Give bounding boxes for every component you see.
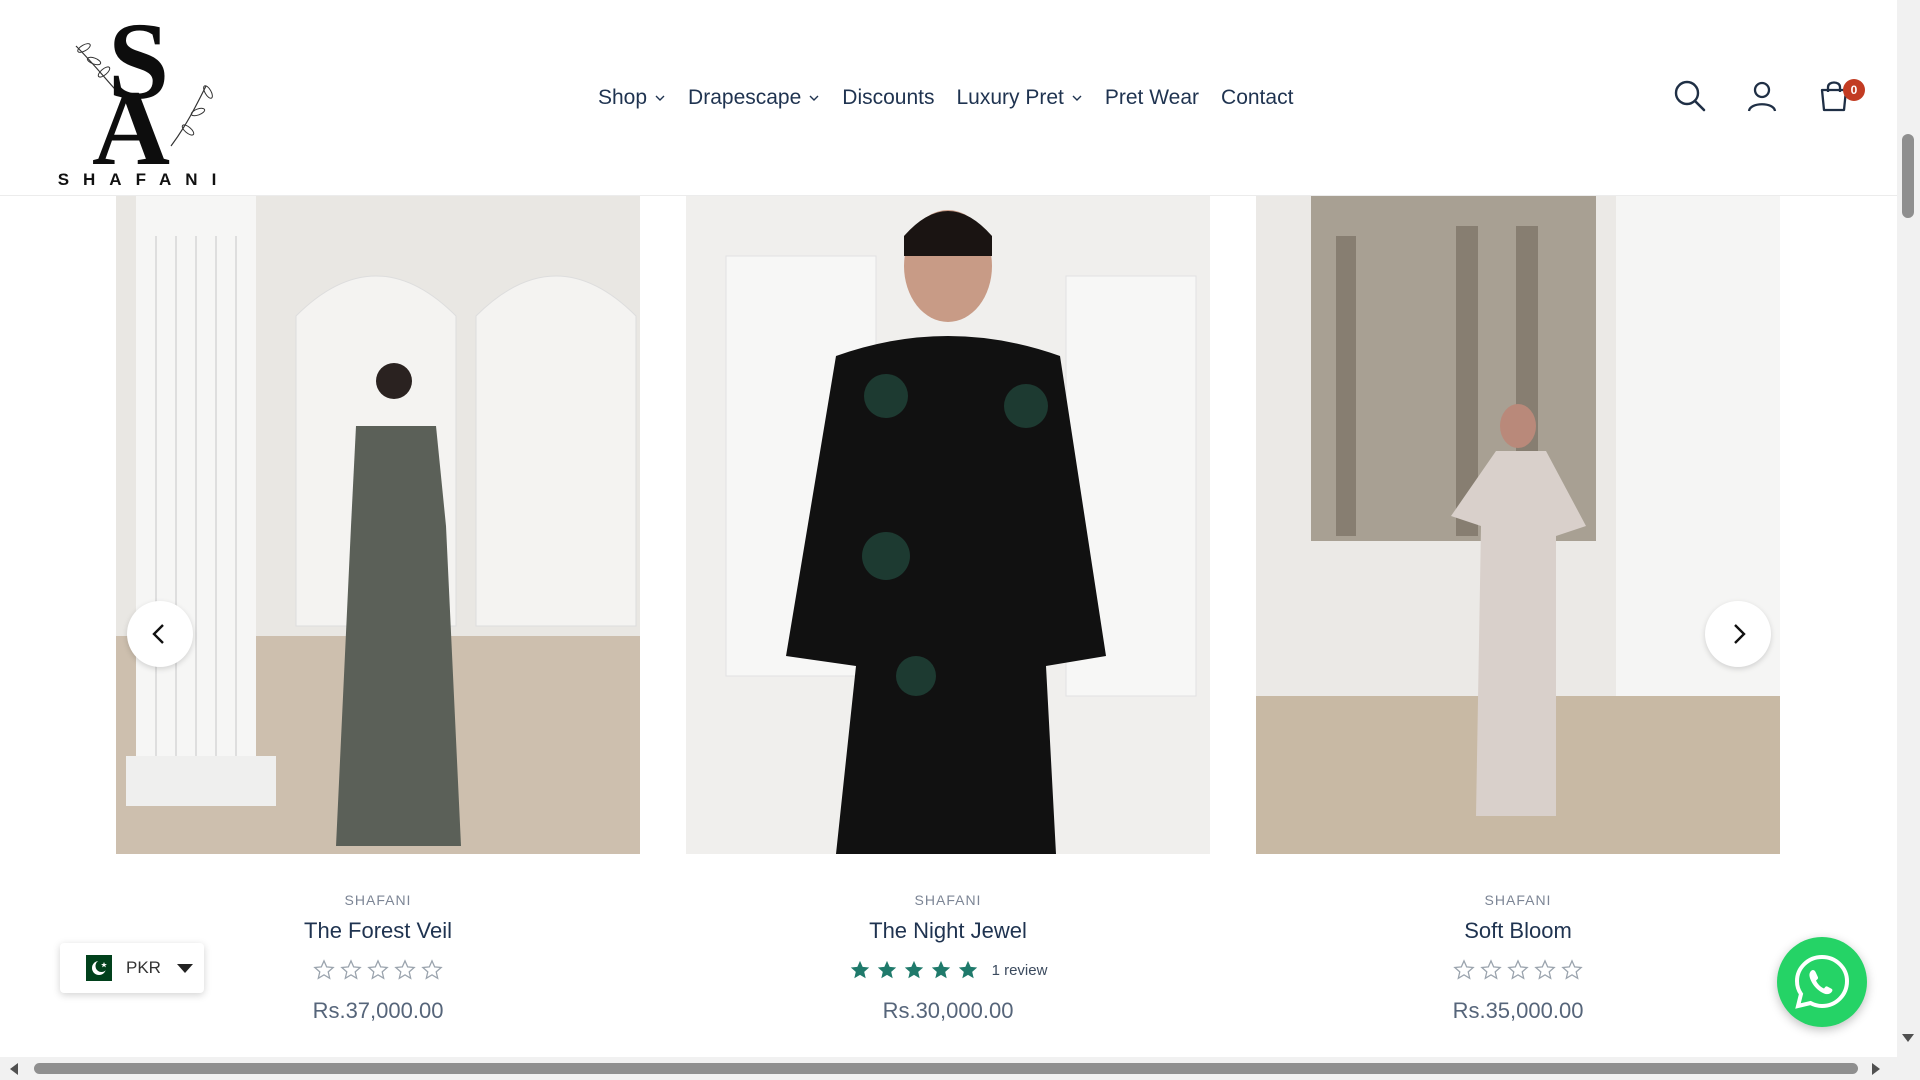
scrollbar-thumb[interactable] <box>34 1063 1858 1074</box>
product-title[interactable]: Soft Bloom <box>1256 918 1780 944</box>
nav-item-label: Contact <box>1221 86 1294 109</box>
star-empty-icon <box>1453 959 1475 980</box>
star-empty-icon <box>1534 959 1556 980</box>
carousel-next-button[interactable] <box>1705 601 1771 667</box>
nav-item-discounts[interactable]: Discounts <box>842 86 934 110</box>
nav-item-shop[interactable]: Shop <box>598 86 666 110</box>
star-empty-icon <box>394 959 416 980</box>
nav-item-drapescape[interactable]: Drapescape <box>688 86 820 110</box>
star-empty-icon <box>340 959 362 980</box>
nav-item-label: Discounts <box>842 86 935 109</box>
product-card[interactable]: SHAFANI Soft Bloom Rs.35,000.00 <box>1256 196 1780 1024</box>
scrollbar-thumb[interactable] <box>1902 134 1914 218</box>
nav-item-label: Shop <box>598 86 648 109</box>
currency-selector[interactable]: PKR <box>60 943 204 993</box>
nav-item-label: Pret Wear <box>1104 86 1200 109</box>
product-card[interactable]: SHAFANI The Forest Veil Rs.37,000.00 <box>116 196 640 1024</box>
star-empty-icon <box>1507 959 1529 980</box>
product-title[interactable]: The Night Jewel <box>686 918 1210 944</box>
scroll-right-arrow-icon[interactable] <box>1872 1063 1880 1075</box>
chevron-down-icon <box>809 95 819 101</box>
chevron-left-icon <box>152 624 164 644</box>
whatsapp-icon <box>1794 954 1850 1009</box>
nav-item-luxury-pret[interactable]: Luxury Pret <box>956 86 1082 110</box>
star-filled-icon <box>958 960 977 979</box>
nav-item-label: Luxury Pret <box>956 86 1064 109</box>
product-image[interactable] <box>116 196 640 854</box>
product-image[interactable] <box>686 196 1210 854</box>
product-vendor: SHAFANI <box>914 892 982 908</box>
star-filled-icon <box>904 960 923 979</box>
horizontal-scrollbar[interactable] <box>0 1057 1897 1080</box>
vertical-scrollbar[interactable] <box>1897 0 1920 1080</box>
star-empty-icon <box>1480 959 1502 980</box>
rating-stars <box>1256 958 1780 982</box>
chevron-down-icon <box>1072 95 1082 101</box>
review-count-link[interactable]: 1 review <box>992 962 1048 979</box>
star-empty-icon <box>367 959 389 980</box>
currency-code: PKR <box>126 958 161 977</box>
nav-item-pret-wear[interactable]: Pret Wear <box>1105 86 1199 110</box>
scroll-left-arrow-icon[interactable] <box>10 1063 18 1075</box>
product-price: Rs.35,000.00 <box>1452 998 1584 1023</box>
caret-down-icon <box>176 963 193 973</box>
user-icon <box>1747 81 1777 112</box>
logo-wordmark: SHAFANI <box>57 170 231 189</box>
carousel-prev-button[interactable] <box>127 601 193 667</box>
account-button[interactable] <box>1744 78 1780 114</box>
brand-logo[interactable]: S A SHAFANI <box>56 0 232 190</box>
product-price: Rs.37,000.00 <box>312 998 444 1023</box>
svg-text:A: A <box>92 69 170 168</box>
product-vendor: SHAFANI <box>344 892 412 908</box>
star-filled-icon <box>850 960 869 979</box>
nav-item-contact[interactable]: Contact <box>1221 86 1293 110</box>
product-title[interactable]: The Forest Veil <box>116 918 640 944</box>
star-empty-icon <box>1561 959 1583 980</box>
star-empty-icon <box>421 959 443 980</box>
chevron-down-icon <box>655 95 665 101</box>
cart-count-badge: 0 <box>1843 79 1865 101</box>
star-filled-icon <box>931 960 950 979</box>
search-button[interactable] <box>1672 78 1708 114</box>
star-filled-icon <box>877 960 896 979</box>
product-price: Rs.30,000.00 <box>882 998 1014 1023</box>
product-image[interactable] <box>1256 196 1780 854</box>
chevron-right-icon <box>1734 624 1746 644</box>
logo-monogram-icon: S A <box>75 0 213 188</box>
star-empty-icon <box>313 959 335 980</box>
product-card[interactable]: SHAFANI The Night Jewel 1 review Rs.30,0… <box>686 196 1210 1024</box>
product-vendor: SHAFANI <box>1484 892 1552 908</box>
scroll-down-arrow-icon[interactable] <box>1902 1034 1914 1042</box>
nav-item-label: Drapescape <box>688 86 802 109</box>
search-icon <box>1674 80 1706 112</box>
whatsapp-chat-button[interactable] <box>1777 937 1867 1027</box>
rating-stars: 1 review <box>686 958 1210 982</box>
site-header: S A SHAFANI Shop Drapescape Discounts Lu… <box>0 0 1897 196</box>
pakistan-flag-icon <box>78 955 112 981</box>
main-nav: Shop Drapescape Discounts Luxury Pret Pr… <box>598 84 1293 112</box>
